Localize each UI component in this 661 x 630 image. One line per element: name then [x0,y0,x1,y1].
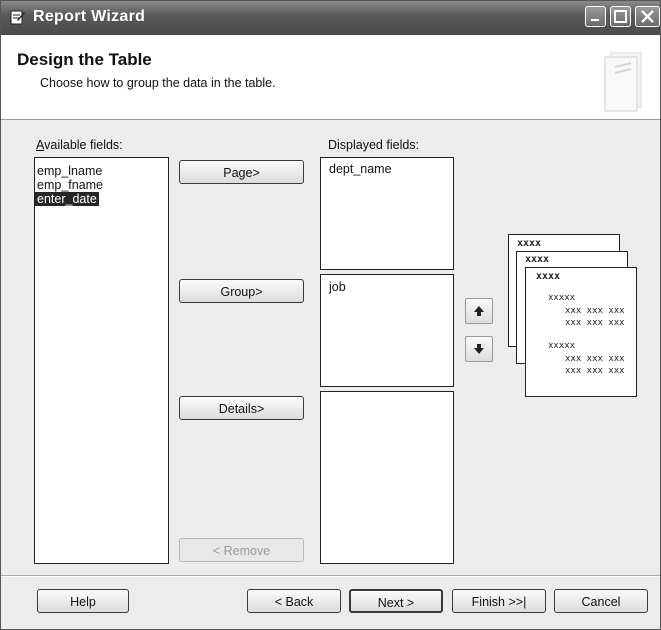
finish-button[interactable]: Finish >>| [452,589,546,613]
help-button[interactable]: Help [37,589,129,613]
window-title: Report Wizard [33,8,146,25]
move-up-button[interactable] [465,298,493,324]
available-fields-label-text: vailable fields: [44,138,123,152]
wizard-header: Design the Table Choose how to group the… [1,35,660,120]
preview-text: xxxx [536,271,561,282]
remove-button[interactable]: < Remove [179,538,304,562]
report-wizard-window: Report Wizard Design the Table Choose ho… [0,0,661,630]
minimize-icon [591,19,599,21]
preview-text: xxx xxx xxx [565,318,625,328]
minimize-button[interactable] [585,6,606,27]
available-fields-label: Available fields: [36,138,123,152]
maximize-button[interactable] [610,6,631,27]
preview-card: xxxx xxxxx xxx xxx xxx xxx xxx xxx xxxxx… [525,267,637,397]
group-fields-list[interactable]: job [320,274,454,387]
list-item[interactable]: emp_fname [35,178,168,192]
preview-text: xxxxx [548,293,576,303]
details-button[interactable]: Details> [179,396,304,420]
list-item[interactable]: dept_name [327,162,453,176]
details-fields-list[interactable] [320,391,454,564]
arrow-down-icon [474,344,484,354]
move-down-button[interactable] [465,336,493,362]
close-button[interactable] [635,6,660,27]
preview-text: xxxx [525,254,550,265]
displayed-fields-label: Displayed fields: [328,138,420,152]
list-item[interactable]: emp_lname [35,164,168,178]
preview-text: xxx xxx xxx [565,354,625,364]
preview-text: xxx xxx xxx [565,366,625,376]
preview-text: xxxxx [548,341,576,351]
next-button[interactable]: Next > [349,589,443,613]
page-title: Design the Table [17,50,152,69]
title-bar[interactable]: Report Wizard [1,1,660,35]
arrow-up-icon [474,306,484,316]
close-icon [641,10,654,23]
page-subtitle: Choose how to group the data in the tabl… [40,76,276,90]
cancel-button[interactable]: Cancel [554,589,648,613]
list-item[interactable]: enter_date [35,192,99,206]
list-item[interactable]: job [327,280,453,294]
report-wizard-icon [10,10,25,25]
footer-divider [1,575,660,577]
available-fields-list[interactable]: emp_lname emp_fname enter_date [34,157,169,564]
maximize-icon [614,10,627,23]
preview-text: xxx xxx xxx [565,306,625,316]
document-stack-icon [604,52,642,112]
page-button[interactable]: Page> [179,160,304,184]
preview-text: xxxx [517,238,542,249]
group-button[interactable]: Group> [179,279,304,303]
page-fields-list[interactable]: dept_name [320,157,454,270]
back-button[interactable]: < Back [247,589,341,613]
